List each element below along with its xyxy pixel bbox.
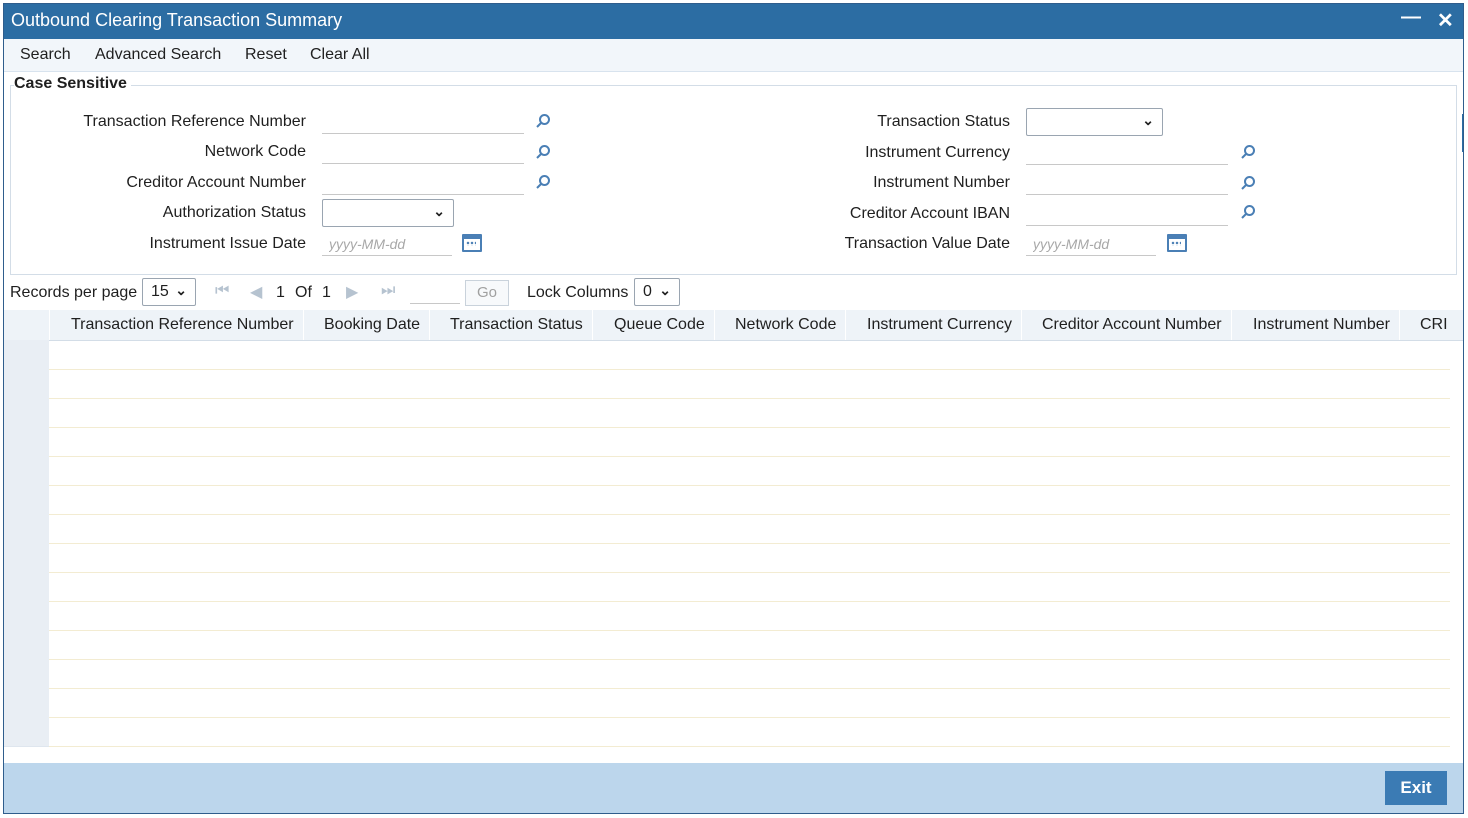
exit-button[interactable]: Exit <box>1385 771 1447 805</box>
last-page-icon[interactable]: ⏭ <box>381 282 395 300</box>
transaction-reference-number-input[interactable] <box>322 110 524 134</box>
minimize-icon[interactable]: — <box>1401 6 1421 29</box>
scrollbar-thumb[interactable] <box>1462 114 1463 152</box>
transaction-status-label: Transaction Status <box>877 113 1010 130</box>
creditor-account-number-input[interactable] <box>322 171 524 195</box>
calendar-icon[interactable] <box>462 234 482 252</box>
case-sensitive-legend: Case Sensitive <box>14 75 131 93</box>
transaction-value-date-label: Transaction Value Date <box>844 235 1010 252</box>
creditor-account-iban-label: Creditor Account IBAN <box>849 205 1010 222</box>
authorization-status-label: Authorization Status <box>162 204 306 221</box>
instrument-issue-date-input[interactable] <box>322 232 452 256</box>
title-bar: Outbound Clearing Transaction Summary — … <box>4 4 1463 39</box>
column-header-instrument-currency[interactable]: Instrument Currency <box>867 316 1012 334</box>
next-page-icon[interactable]: ▶ <box>346 282 358 302</box>
go-to-page-input[interactable] <box>410 280 460 304</box>
chevron-down-icon: ⌄ <box>1142 112 1154 128</box>
current-page-number: 1 <box>276 284 285 301</box>
chevron-down-icon: ⌄ <box>175 282 187 298</box>
row-selector[interactable] <box>4 485 49 515</box>
lock-columns-select[interactable]: 0 ⌄ <box>634 278 680 306</box>
records-per-page-label: Records per page <box>10 284 138 301</box>
advanced-search-menu-button[interactable]: Advanced Search <box>95 46 221 64</box>
row-selector[interactable] <box>4 572 49 602</box>
table-row[interactable] <box>4 369 1450 399</box>
instrument-currency-label: Instrument Currency <box>865 144 1010 161</box>
reset-menu-button[interactable]: Reset <box>245 46 287 64</box>
summary-window: Outbound Clearing Transaction Summary — … <box>3 3 1464 814</box>
row-selector[interactable] <box>4 514 49 544</box>
table-row[interactable] <box>4 485 1450 515</box>
search-icon[interactable] <box>1240 175 1256 191</box>
table-row[interactable] <box>4 601 1450 631</box>
table-row[interactable] <box>4 340 1450 370</box>
table-row[interactable] <box>4 398 1450 428</box>
network-code-label: Network Code <box>204 143 306 160</box>
transaction-reference-number-label: Transaction Reference Number <box>83 113 306 130</box>
window-title: Outbound Clearing Transaction Summary <box>11 10 343 30</box>
row-selector[interactable] <box>4 369 49 399</box>
row-selector[interactable] <box>4 601 49 631</box>
clear-all-menu-button[interactable]: Clear All <box>310 46 370 64</box>
lock-columns-label: Lock Columns <box>527 284 629 301</box>
table-row[interactable] <box>4 427 1450 457</box>
row-selector[interactable] <box>4 543 49 573</box>
creditor-account-iban-input[interactable] <box>1026 202 1228 226</box>
instrument-number-label: Instrument Number <box>873 174 1010 191</box>
calendar-icon[interactable] <box>1167 234 1187 252</box>
table-row[interactable] <box>4 456 1450 486</box>
search-icon[interactable] <box>1240 204 1256 220</box>
column-header-creditor-account-number[interactable]: Creditor Account Number <box>1042 316 1222 334</box>
records-per-page-select[interactable]: 15 ⌄ <box>142 278 196 306</box>
instrument-number-input[interactable] <box>1026 171 1228 195</box>
search-icon[interactable] <box>535 113 551 129</box>
chevron-down-icon: ⌄ <box>659 282 671 298</box>
close-icon[interactable]: ✕ <box>1437 8 1454 33</box>
results-grid-body <box>4 340 1450 750</box>
chevron-down-icon: ⌄ <box>433 203 445 219</box>
search-icon[interactable] <box>535 144 551 160</box>
row-selector[interactable] <box>4 630 49 660</box>
menu-bar: Search Advanced Search Reset Clear All <box>4 39 1463 72</box>
instrument-issue-date-label: Instrument Issue Date <box>149 235 306 252</box>
table-row[interactable] <box>4 572 1450 602</box>
instrument-currency-input[interactable] <box>1026 141 1228 165</box>
column-header-transaction-reference-number[interactable]: Transaction Reference Number <box>71 316 294 334</box>
results-grid-header: Transaction Reference Number Booking Dat… <box>4 310 1463 341</box>
total-pages-number: 1 <box>322 284 331 301</box>
row-selector[interactable] <box>4 427 49 457</box>
row-selector[interactable] <box>4 717 49 747</box>
table-row[interactable] <box>4 717 1450 747</box>
row-selector[interactable] <box>4 456 49 486</box>
transaction-value-date-input[interactable] <box>1026 232 1156 256</box>
table-row[interactable] <box>4 659 1450 689</box>
column-header-booking-date[interactable]: Booking Date <box>324 316 420 334</box>
column-header-cri[interactable]: CRI <box>1420 316 1448 334</box>
search-icon[interactable] <box>1240 144 1256 160</box>
row-selector[interactable] <box>4 340 49 370</box>
search-menu-button[interactable]: Search <box>20 46 71 64</box>
first-page-icon[interactable]: ⏮ <box>215 282 229 300</box>
network-code-input[interactable] <box>322 140 524 164</box>
go-button[interactable]: Go <box>465 280 509 306</box>
footer-bar: Exit <box>4 763 1463 813</box>
column-header-queue-code[interactable]: Queue Code <box>614 316 705 334</box>
transaction-status-select[interactable]: ⌄ <box>1026 108 1163 136</box>
table-row[interactable] <box>4 630 1450 660</box>
authorization-status-select[interactable]: ⌄ <box>322 199 454 227</box>
previous-page-icon[interactable]: ◀ <box>250 282 262 302</box>
row-selector[interactable] <box>4 688 49 718</box>
table-row[interactable] <box>4 514 1450 544</box>
creditor-account-number-label: Creditor Account Number <box>126 174 306 191</box>
row-selector[interactable] <box>4 659 49 689</box>
search-icon[interactable] <box>535 174 551 190</box>
of-label: Of <box>295 284 312 301</box>
column-header-transaction-status[interactable]: Transaction Status <box>450 316 583 334</box>
row-selector[interactable] <box>4 398 49 428</box>
table-row[interactable] <box>4 543 1450 573</box>
column-header-network-code[interactable]: Network Code <box>735 316 836 334</box>
table-row[interactable] <box>4 688 1450 718</box>
column-header-instrument-number[interactable]: Instrument Number <box>1253 316 1390 334</box>
